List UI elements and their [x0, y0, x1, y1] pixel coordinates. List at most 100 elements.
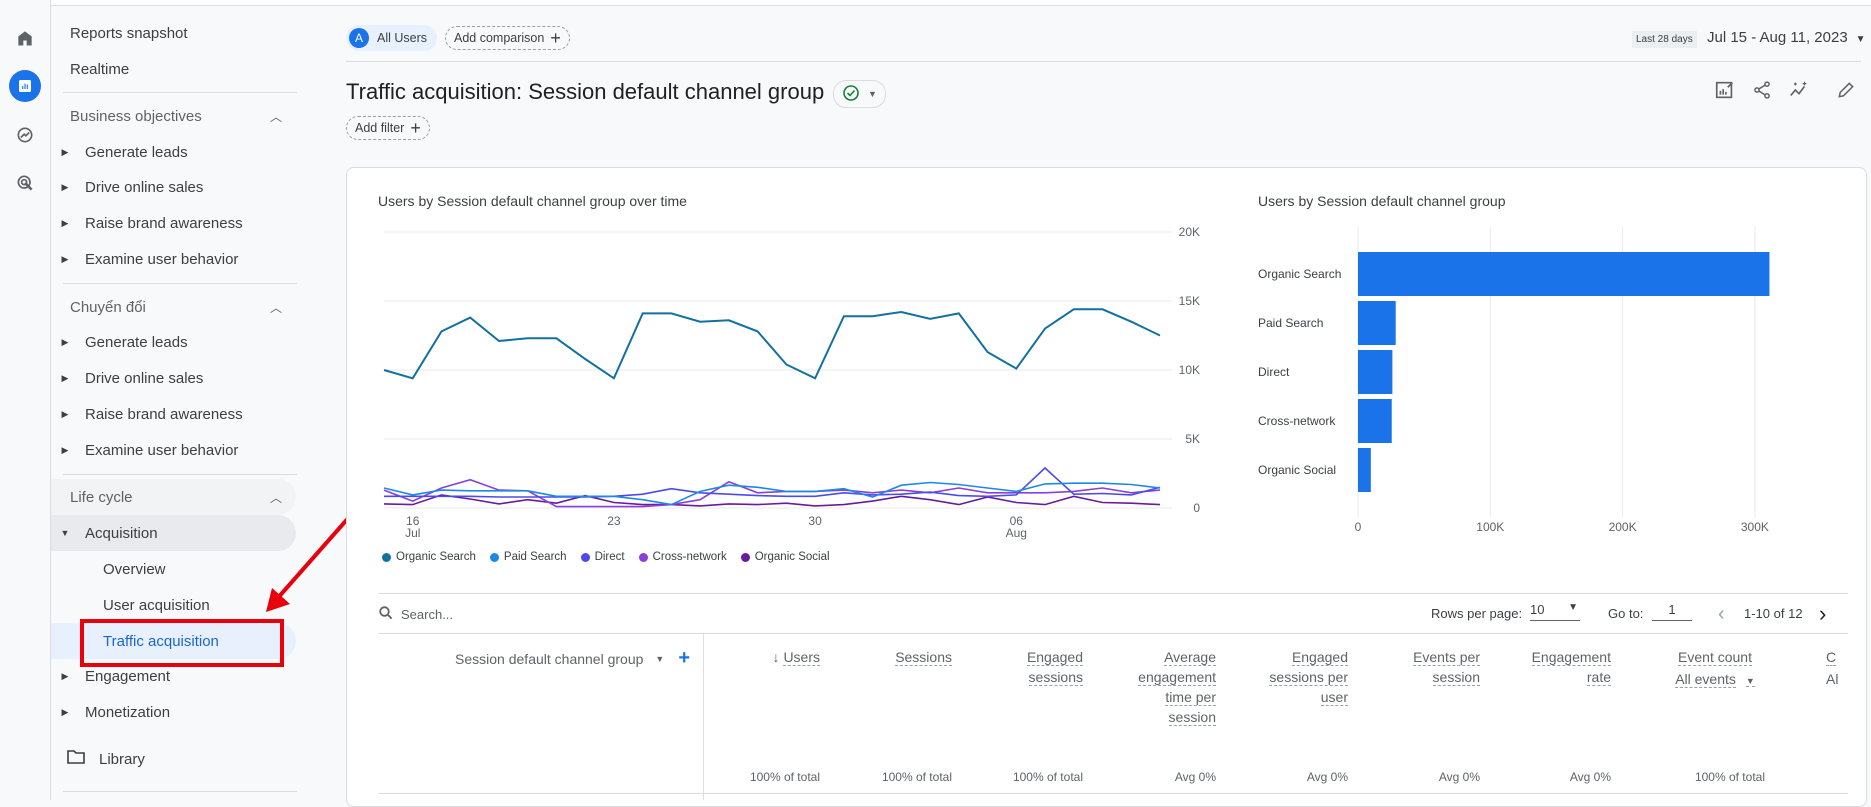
column-label: C [1826, 649, 1837, 666]
event-filter-dropdown[interactable]: All events ▼ [1660, 669, 1770, 691]
search-input[interactable]: Search... [401, 607, 453, 622]
legend-label: Direct [594, 551, 625, 563]
total-users: 100% of total [749, 770, 820, 784]
column-header-engaged-sessions-per-user[interactable]: Engaged sessions per user [1258, 647, 1348, 707]
column-header-event-count[interactable]: Event count All events ▼ [1660, 647, 1770, 691]
series-line-organic-search [383, 308, 1161, 380]
divider [63, 791, 297, 792]
legend-label: Organic Social [754, 551, 830, 563]
share-icon[interactable] [1750, 78, 1774, 102]
y-tick-label: 10K [1179, 363, 1200, 377]
column-divider [703, 633, 704, 800]
x-tick-label: 23 [607, 514, 621, 528]
sort-descending-icon: ↓ [772, 649, 784, 665]
sidebar-item-library[interactable]: Library [51, 741, 296, 777]
legend-label: Organic Search [396, 551, 476, 563]
legend-item[interactable]: Paid Search [489, 551, 567, 563]
legend-label: Cross-network [652, 551, 727, 563]
bar-chart-title: Users by Session default channel group [1258, 193, 1506, 209]
x-tick-sublabel: Aug [1006, 526, 1027, 540]
table-search[interactable]: Search... [379, 606, 453, 623]
check-circle-icon [842, 84, 860, 105]
totals-divider [378, 793, 1848, 794]
legend-dot-icon [580, 552, 590, 562]
dropdown-arrow-icon: ▼ [1568, 602, 1578, 613]
legend-dot-icon [382, 552, 391, 562]
column-label: Engaged sessions per user [1269, 649, 1348, 706]
date-range-picker[interactable]: Jul 15 - Aug 11, 2023 ▼ [1707, 29, 1866, 46]
segment-label: All Users [377, 31, 428, 45]
table-top-divider [378, 593, 1848, 594]
dimension-header[interactable]: Session default channel group ▼ + [420, 647, 690, 670]
annotation-arrow [266, 505, 360, 612]
header-divider [346, 61, 1861, 62]
column-label: Engaged sessions [1026, 649, 1083, 686]
dropdown-arrow-icon: ▼ [1855, 34, 1866, 45]
date-range: Jul 15 - Aug 11, 2023 [1707, 29, 1848, 46]
dimension-label: Session default channel group [455, 650, 644, 667]
x-tick-label: 0 [1355, 520, 1362, 534]
bar-direct [1358, 350, 1393, 394]
conversion-filter[interactable]: Al [1826, 669, 1848, 689]
column-header-users[interactable]: ↓ Users [740, 647, 820, 667]
column-header-conversions[interactable]: C Al [1826, 647, 1848, 689]
event-filter-value: All events [1675, 671, 1736, 688]
segment-badge: A [349, 28, 369, 48]
rows-per-page-select[interactable]: 10 ▼ [1530, 602, 1580, 621]
report-toolbar [1713, 78, 1858, 102]
x-tick-sublabel: Jul [405, 526, 420, 540]
legend-item[interactable]: Organic Search [382, 551, 476, 563]
column-header-avg-engagement-time[interactable]: Average engagement time per session [1126, 647, 1216, 727]
report-status-dropdown[interactable]: ▼ [833, 80, 886, 108]
line-chart: 20K15K10K5K016Jul23 30 06Aug [383, 225, 1200, 540]
column-label: Engagement rate [1531, 649, 1611, 686]
x-tick-label: 200K [1609, 520, 1637, 534]
category-label: Direct [1258, 365, 1290, 379]
table-header-divider [378, 633, 1848, 634]
insights-icon[interactable] [1787, 78, 1811, 102]
segment-chip-all-users[interactable]: A All Users [346, 25, 438, 51]
date-preset-label: Last 28 days [1632, 31, 1697, 48]
column-label: Average engagement time per session [1138, 649, 1216, 726]
customize-report-icon[interactable] [1713, 78, 1737, 102]
folder-icon [67, 750, 85, 768]
add-filter-button[interactable]: Add filter + [346, 116, 430, 140]
bar-paid-search [1358, 301, 1396, 345]
total-engaged-sessions: 100% of total [1012, 770, 1083, 784]
category-label: Paid Search [1258, 316, 1323, 330]
column-label: Events per session [1413, 649, 1480, 686]
page-title: Traffic acquisition: Session default cha… [346, 79, 825, 104]
goto-label: Go to: [1608, 606, 1644, 621]
bar-organic-social [1358, 448, 1371, 492]
previous-page-icon[interactable]: ‹ [1718, 603, 1725, 626]
x-tick-label: 300K [1741, 520, 1769, 534]
column-header-events-per-session[interactable]: Events per session [1395, 647, 1480, 687]
column-header-sessions[interactable]: Sessions [862, 647, 952, 667]
legend-item[interactable]: Organic Social [740, 551, 830, 563]
bar-cross-network [1358, 399, 1392, 443]
column-label: Sessions [895, 649, 952, 666]
dropdown-arrow-icon: ▼ [868, 89, 877, 99]
category-label: Organic Search [1258, 267, 1341, 281]
column-header-engaged-sessions[interactable]: Engaged sessions [1003, 647, 1083, 687]
add-dimension-icon[interactable]: + [678, 647, 690, 670]
total-engagement-rate: Avg 0% [1569, 770, 1611, 784]
y-tick-label: 0 [1193, 501, 1200, 515]
column-label: Users [783, 649, 820, 666]
rows-per-page-label: Rows per page: [1431, 606, 1523, 621]
goto-page-input[interactable]: 1 [1652, 602, 1692, 621]
dropdown-arrow-icon: ▼ [655, 653, 665, 664]
y-tick-label: 20K [1179, 225, 1200, 239]
column-header-engagement-rate[interactable]: Engagement rate [1521, 647, 1611, 687]
plus-icon: + [550, 27, 561, 48]
dropdown-arrow-icon: ▼ [1745, 676, 1755, 687]
item-label: Library [99, 750, 145, 768]
legend-item[interactable]: Direct [580, 551, 625, 563]
edit-pencil-icon[interactable] [1834, 78, 1858, 102]
add-comparison-button[interactable]: Add comparison + [445, 26, 570, 50]
legend-item[interactable]: Cross-network [638, 551, 727, 563]
line-chart-legend: Organic Search Paid Search Direct Cross-net… [382, 551, 830, 563]
next-page-icon[interactable]: › [1819, 601, 1826, 627]
x-tick-label: 100K [1476, 520, 1504, 534]
total-sessions: 100% of total [881, 770, 952, 784]
